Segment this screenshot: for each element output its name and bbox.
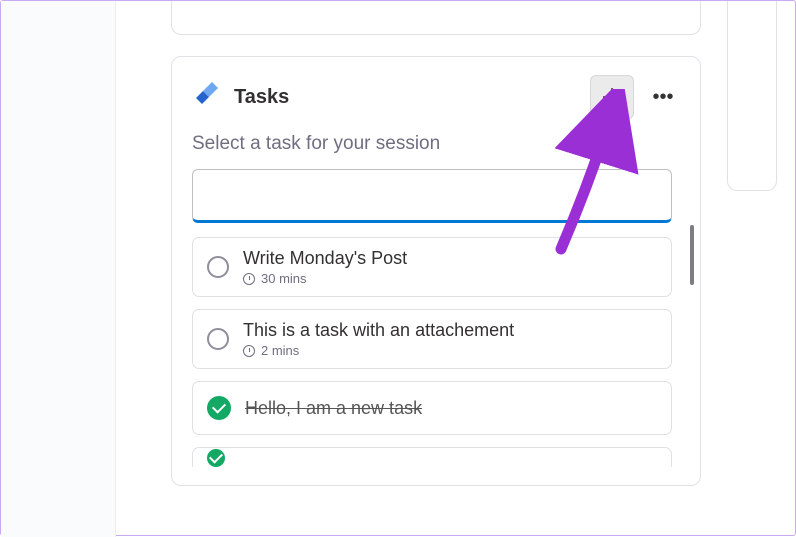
- plus-icon: [601, 86, 623, 108]
- task-complete-toggle[interactable]: [207, 328, 229, 350]
- task-row-partial[interactable]: [192, 447, 672, 467]
- more-options-button[interactable]: •••: [646, 80, 680, 114]
- add-task-button[interactable]: [590, 75, 634, 119]
- card-subtitle: Select a task for your session: [192, 133, 680, 155]
- task-text: This is a task with an attachement 2 min…: [243, 320, 514, 358]
- task-row[interactable]: Hello, I am a new task: [192, 381, 672, 435]
- task-title: Hello, I am a new task: [245, 398, 422, 419]
- task-duration: 2 mins: [261, 343, 299, 358]
- task-duration: 30 mins: [261, 271, 307, 286]
- task-row[interactable]: Write Monday's Post 30 mins: [192, 237, 672, 297]
- task-text: Write Monday's Post 30 mins: [243, 248, 407, 286]
- task-title: This is a task with an attachement: [243, 320, 514, 341]
- clock-icon: [243, 273, 255, 285]
- card-header: Tasks •••: [192, 75, 680, 119]
- card-title: Tasks: [234, 86, 578, 109]
- ellipsis-icon: •••: [652, 86, 673, 109]
- todo-logo-icon: [192, 82, 222, 112]
- task-complete-toggle[interactable]: [207, 396, 231, 420]
- adjacent-card-right: [727, 1, 777, 191]
- task-row[interactable]: This is a task with an attachement 2 min…: [192, 309, 672, 369]
- scrollbar[interactable]: [690, 225, 694, 285]
- task-complete-toggle[interactable]: [207, 256, 229, 278]
- task-input[interactable]: [192, 169, 672, 223]
- left-rail: [1, 1, 116, 537]
- task-title: Write Monday's Post: [243, 248, 407, 269]
- previous-card-bottom: [171, 1, 701, 35]
- tasks-card: Tasks ••• Select a task for your session…: [171, 56, 701, 486]
- task-complete-toggle[interactable]: [207, 449, 225, 467]
- task-meta: 2 mins: [243, 343, 514, 358]
- clock-icon: [243, 345, 255, 357]
- task-text: Hello, I am a new task: [245, 398, 422, 419]
- task-meta: 30 mins: [243, 271, 407, 286]
